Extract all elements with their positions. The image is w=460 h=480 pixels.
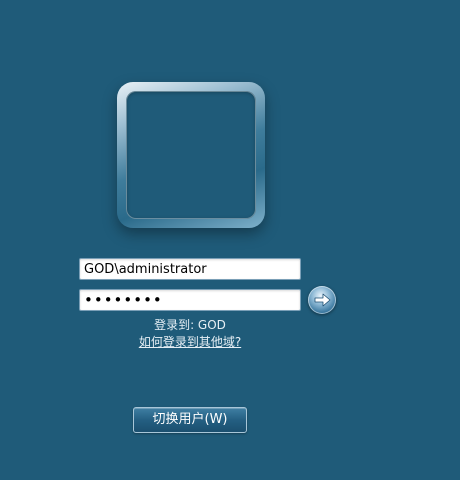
submit-login-button[interactable] bbox=[308, 286, 336, 314]
username-input[interactable] bbox=[79, 258, 301, 280]
password-input[interactable] bbox=[79, 289, 301, 311]
other-domain-help-link[interactable]: 如何登录到其他域? bbox=[0, 335, 380, 349]
logon-domain-label: 登录到: GOD bbox=[154, 318, 226, 332]
arrow-right-icon bbox=[314, 293, 331, 307]
logon-screen: 登录到: GOD 如何登录到其他域? 切换用户(W) bbox=[0, 0, 460, 480]
user-tile-picture bbox=[126, 91, 256, 219]
switch-user-button[interactable]: 切换用户(W) bbox=[133, 407, 247, 433]
user-tile bbox=[117, 82, 265, 228]
